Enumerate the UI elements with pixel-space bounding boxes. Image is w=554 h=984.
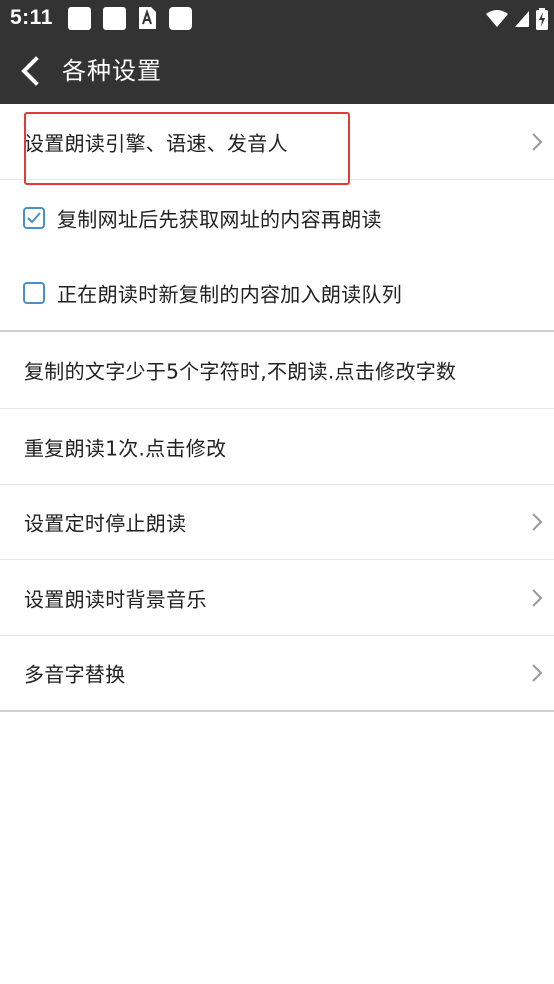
setting-engine[interactable]: 设置朗读引擎、语速、发音人 — [0, 104, 554, 180]
checkbox-checked[interactable] — [23, 207, 45, 229]
setting-engine-label: 设置朗读引擎、语速、发音人 — [24, 131, 288, 155]
battery-charging-icon — [536, 8, 548, 30]
app-bar: 各种设置 — [0, 38, 554, 104]
sim-a-icon — [139, 7, 156, 29]
square-notification-icon — [68, 7, 91, 30]
setting-bg-music-label: 设置朗读时背景音乐 — [24, 587, 207, 611]
chevron-right-icon — [532, 132, 543, 151]
square-notification-icon — [103, 7, 126, 30]
setting-repeat[interactable]: 重复朗读1次.点击修改 — [0, 409, 554, 485]
setting-min-chars[interactable]: 复制的文字少于5个字符时,不朗读.点击修改字数 — [0, 332, 554, 409]
wifi-icon — [486, 10, 508, 27]
check-icon — [27, 212, 41, 224]
page-title: 各种设置 — [62, 57, 162, 85]
setting-fetch-url-label: 复制网址后先获取网址的内容再朗读 — [57, 207, 382, 232]
settings-list: 设置朗读引擎、语速、发音人 复制网址后先获取网址的内容再朗读 正在朗读时新复制的… — [0, 104, 554, 712]
back-arrow-icon[interactable] — [16, 56, 46, 86]
setting-bg-music[interactable]: 设置朗读时背景音乐 — [0, 560, 554, 636]
setting-repeat-label: 重复朗读1次.点击修改 — [24, 436, 227, 460]
chevron-right-icon — [532, 664, 543, 682]
status-bar: 5:11 — [0, 0, 554, 38]
setting-timer-label: 设置定时停止朗读 — [24, 511, 187, 536]
chevron-right-icon — [532, 588, 543, 607]
signal-icon — [515, 11, 529, 27]
chevron-right-icon — [532, 513, 543, 531]
system-icons — [486, 5, 548, 33]
setting-queue-new-copy[interactable]: 正在朗读时新复制的内容加入朗读队列 — [0, 256, 554, 332]
setting-timer[interactable]: 设置定时停止朗读 — [0, 485, 554, 560]
setting-min-chars-label: 复制的文字少于5个字符时,不朗读.点击修改字数 — [24, 359, 457, 384]
checkbox-unchecked[interactable] — [23, 282, 45, 304]
setting-polyphone-label: 多音字替换 — [24, 662, 126, 687]
setting-queue-new-copy-label: 正在朗读时新复制的内容加入朗读队列 — [57, 282, 403, 307]
status-time: 5:11 — [10, 6, 53, 29]
setting-polyphone[interactable]: 多音字替换 — [0, 636, 554, 712]
setting-fetch-url[interactable]: 复制网址后先获取网址的内容再朗读 — [0, 180, 554, 256]
square-notification-icon — [169, 7, 192, 30]
